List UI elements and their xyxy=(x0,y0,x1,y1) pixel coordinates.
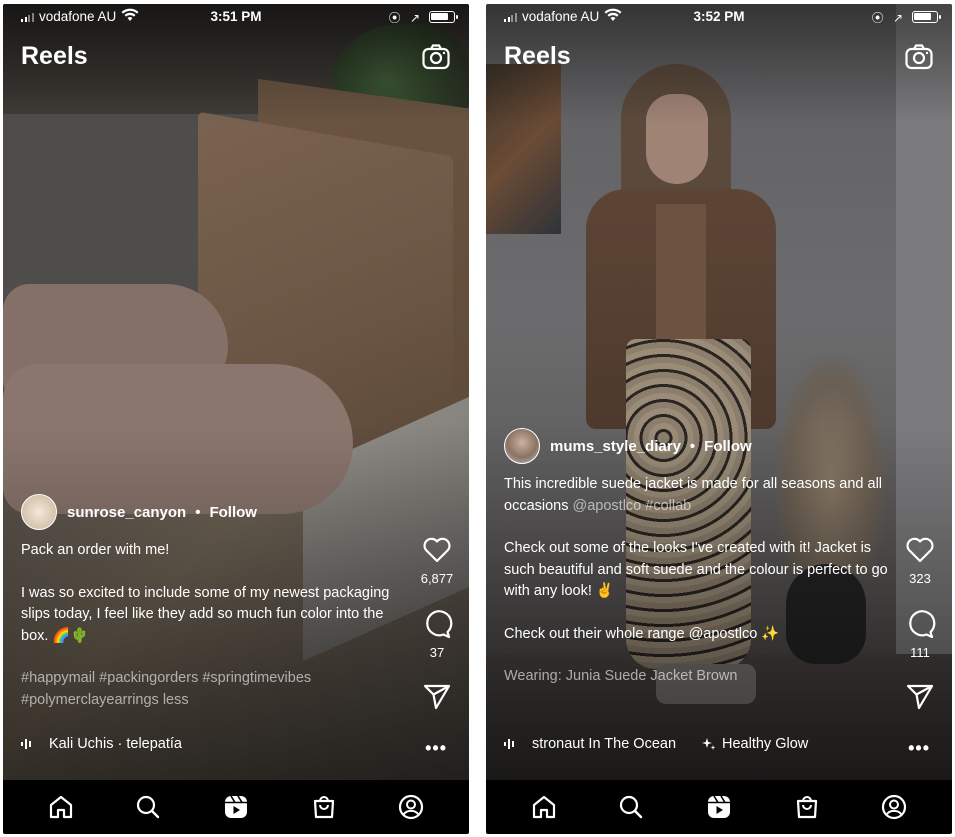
reels-screen-2: vodafone AU 3:52 PM ⦿ ↗ Reels mums_style… xyxy=(486,4,952,834)
comment-count: 37 xyxy=(429,645,445,660)
status-bar: vodafone AU 3:52 PM ⦿ ↗ xyxy=(486,4,952,30)
search-icon xyxy=(620,795,643,819)
caption-line: Check out their whole range @apostlco ✨ xyxy=(504,624,892,646)
reels-icon xyxy=(707,795,730,818)
audio-wave-icon xyxy=(21,739,31,749)
send-icon[interactable] xyxy=(904,680,936,712)
shop-icon xyxy=(313,796,334,819)
audio-row[interactable]: Kali Uchis · telepatía xyxy=(21,736,182,752)
caption-wearing: Wearing: Junia Suede Jacket Brown xyxy=(504,668,738,684)
search-icon xyxy=(137,795,160,819)
separator-dot: • xyxy=(195,503,201,521)
sparkle-emoji: ✨ xyxy=(761,625,780,642)
caption-hashtags: #happymail #packingorders #springtimevib… xyxy=(21,670,312,708)
avatar[interactable] xyxy=(504,428,540,464)
effect-name: Healthy Glow xyxy=(722,736,809,752)
tab-search[interactable] xyxy=(133,792,163,822)
actions-column: 323 111 xyxy=(900,534,940,712)
camera-icon[interactable] xyxy=(421,42,451,72)
author-row: sunrose_canyon • Follow xyxy=(21,494,257,530)
heart-icon[interactable] xyxy=(421,534,453,566)
tab-bar xyxy=(3,780,469,834)
tab-profile[interactable] xyxy=(396,792,426,822)
page-title: Reels xyxy=(21,42,88,70)
status-bar: vodafone AU 3:51 PM ⦿ ↗ xyxy=(3,4,469,30)
like-count: 6,877 xyxy=(420,571,454,586)
effect-tag[interactable]: Healthy Glow xyxy=(702,736,808,752)
home-icon xyxy=(49,795,72,819)
caption-text: Check out their whole range @apostlco xyxy=(504,625,758,642)
more-options-button[interactable]: ••• xyxy=(908,738,930,759)
more-options-button[interactable]: ••• xyxy=(425,738,447,759)
person-top xyxy=(656,204,706,344)
like-count: 323 xyxy=(909,571,931,586)
caption-line: Pack an order with me! xyxy=(21,542,170,558)
follow-button[interactable]: Follow xyxy=(704,438,752,455)
tab-search[interactable] xyxy=(616,792,646,822)
tab-bar xyxy=(486,780,952,834)
comment-icon[interactable] xyxy=(421,608,453,640)
caption-text: This incredible suede jacket is made for… xyxy=(504,476,883,514)
username[interactable]: mums_style_diary xyxy=(550,438,681,455)
send-icon[interactable] xyxy=(421,680,453,712)
caption-mention[interactable]: @apostlco #collab xyxy=(573,498,692,514)
tab-reels[interactable] xyxy=(704,792,734,822)
username[interactable]: sunrose_canyon xyxy=(67,504,186,521)
follow-button[interactable]: Follow xyxy=(209,504,257,521)
tab-shop[interactable] xyxy=(309,792,339,822)
caption-line: Check out some of the looks I've created… xyxy=(504,540,888,599)
location-lock-icons: ⦿ ↗ xyxy=(871,11,906,25)
page-title: Reels xyxy=(504,42,571,70)
comment-count: 111 xyxy=(910,645,930,660)
separator-dot: • xyxy=(689,437,696,455)
caption-line: I was so excited to include some of my n… xyxy=(21,584,390,644)
tab-profile[interactable] xyxy=(879,792,909,822)
reels-screen-1: vodafone AU 3:51 PM ⦿ ↗ Reels sunrose_ca… xyxy=(3,4,469,834)
caption-line: This incredible suede jacket is made for… xyxy=(504,474,892,517)
tab-shop[interactable] xyxy=(792,792,822,822)
tab-home[interactable] xyxy=(529,792,559,822)
profile-icon xyxy=(882,794,907,820)
avatar[interactable] xyxy=(21,494,57,530)
caption[interactable]: This incredible suede jacket is made for… xyxy=(504,474,892,709)
audio-wave-icon xyxy=(504,739,514,749)
actions-column: 6,877 37 xyxy=(417,534,457,712)
comment-icon[interactable] xyxy=(904,608,936,640)
reels-icon xyxy=(224,795,247,818)
tab-reels[interactable] xyxy=(221,792,251,822)
heart-icon[interactable] xyxy=(904,534,936,566)
tab-home[interactable] xyxy=(46,792,76,822)
location-lock-icons: ⦿ ↗ xyxy=(388,11,423,25)
battery-icon xyxy=(912,11,941,23)
shop-icon xyxy=(796,796,817,819)
audio-row[interactable]: stronaut In The Ocean Healthy Glow xyxy=(504,736,808,752)
sparkle-effect-icon xyxy=(702,738,716,750)
caption[interactable]: Pack an order with me! I was so excited … xyxy=(21,540,411,732)
author-row: mums_style_diary • Follow xyxy=(504,428,752,464)
profile-icon xyxy=(399,794,424,820)
audio-track: Kali Uchis · telepatía xyxy=(49,736,182,752)
camera-icon[interactable] xyxy=(904,42,934,72)
home-icon xyxy=(532,795,555,819)
battery-icon xyxy=(429,11,458,23)
audio-track: stronaut In The Ocean xyxy=(532,736,677,752)
